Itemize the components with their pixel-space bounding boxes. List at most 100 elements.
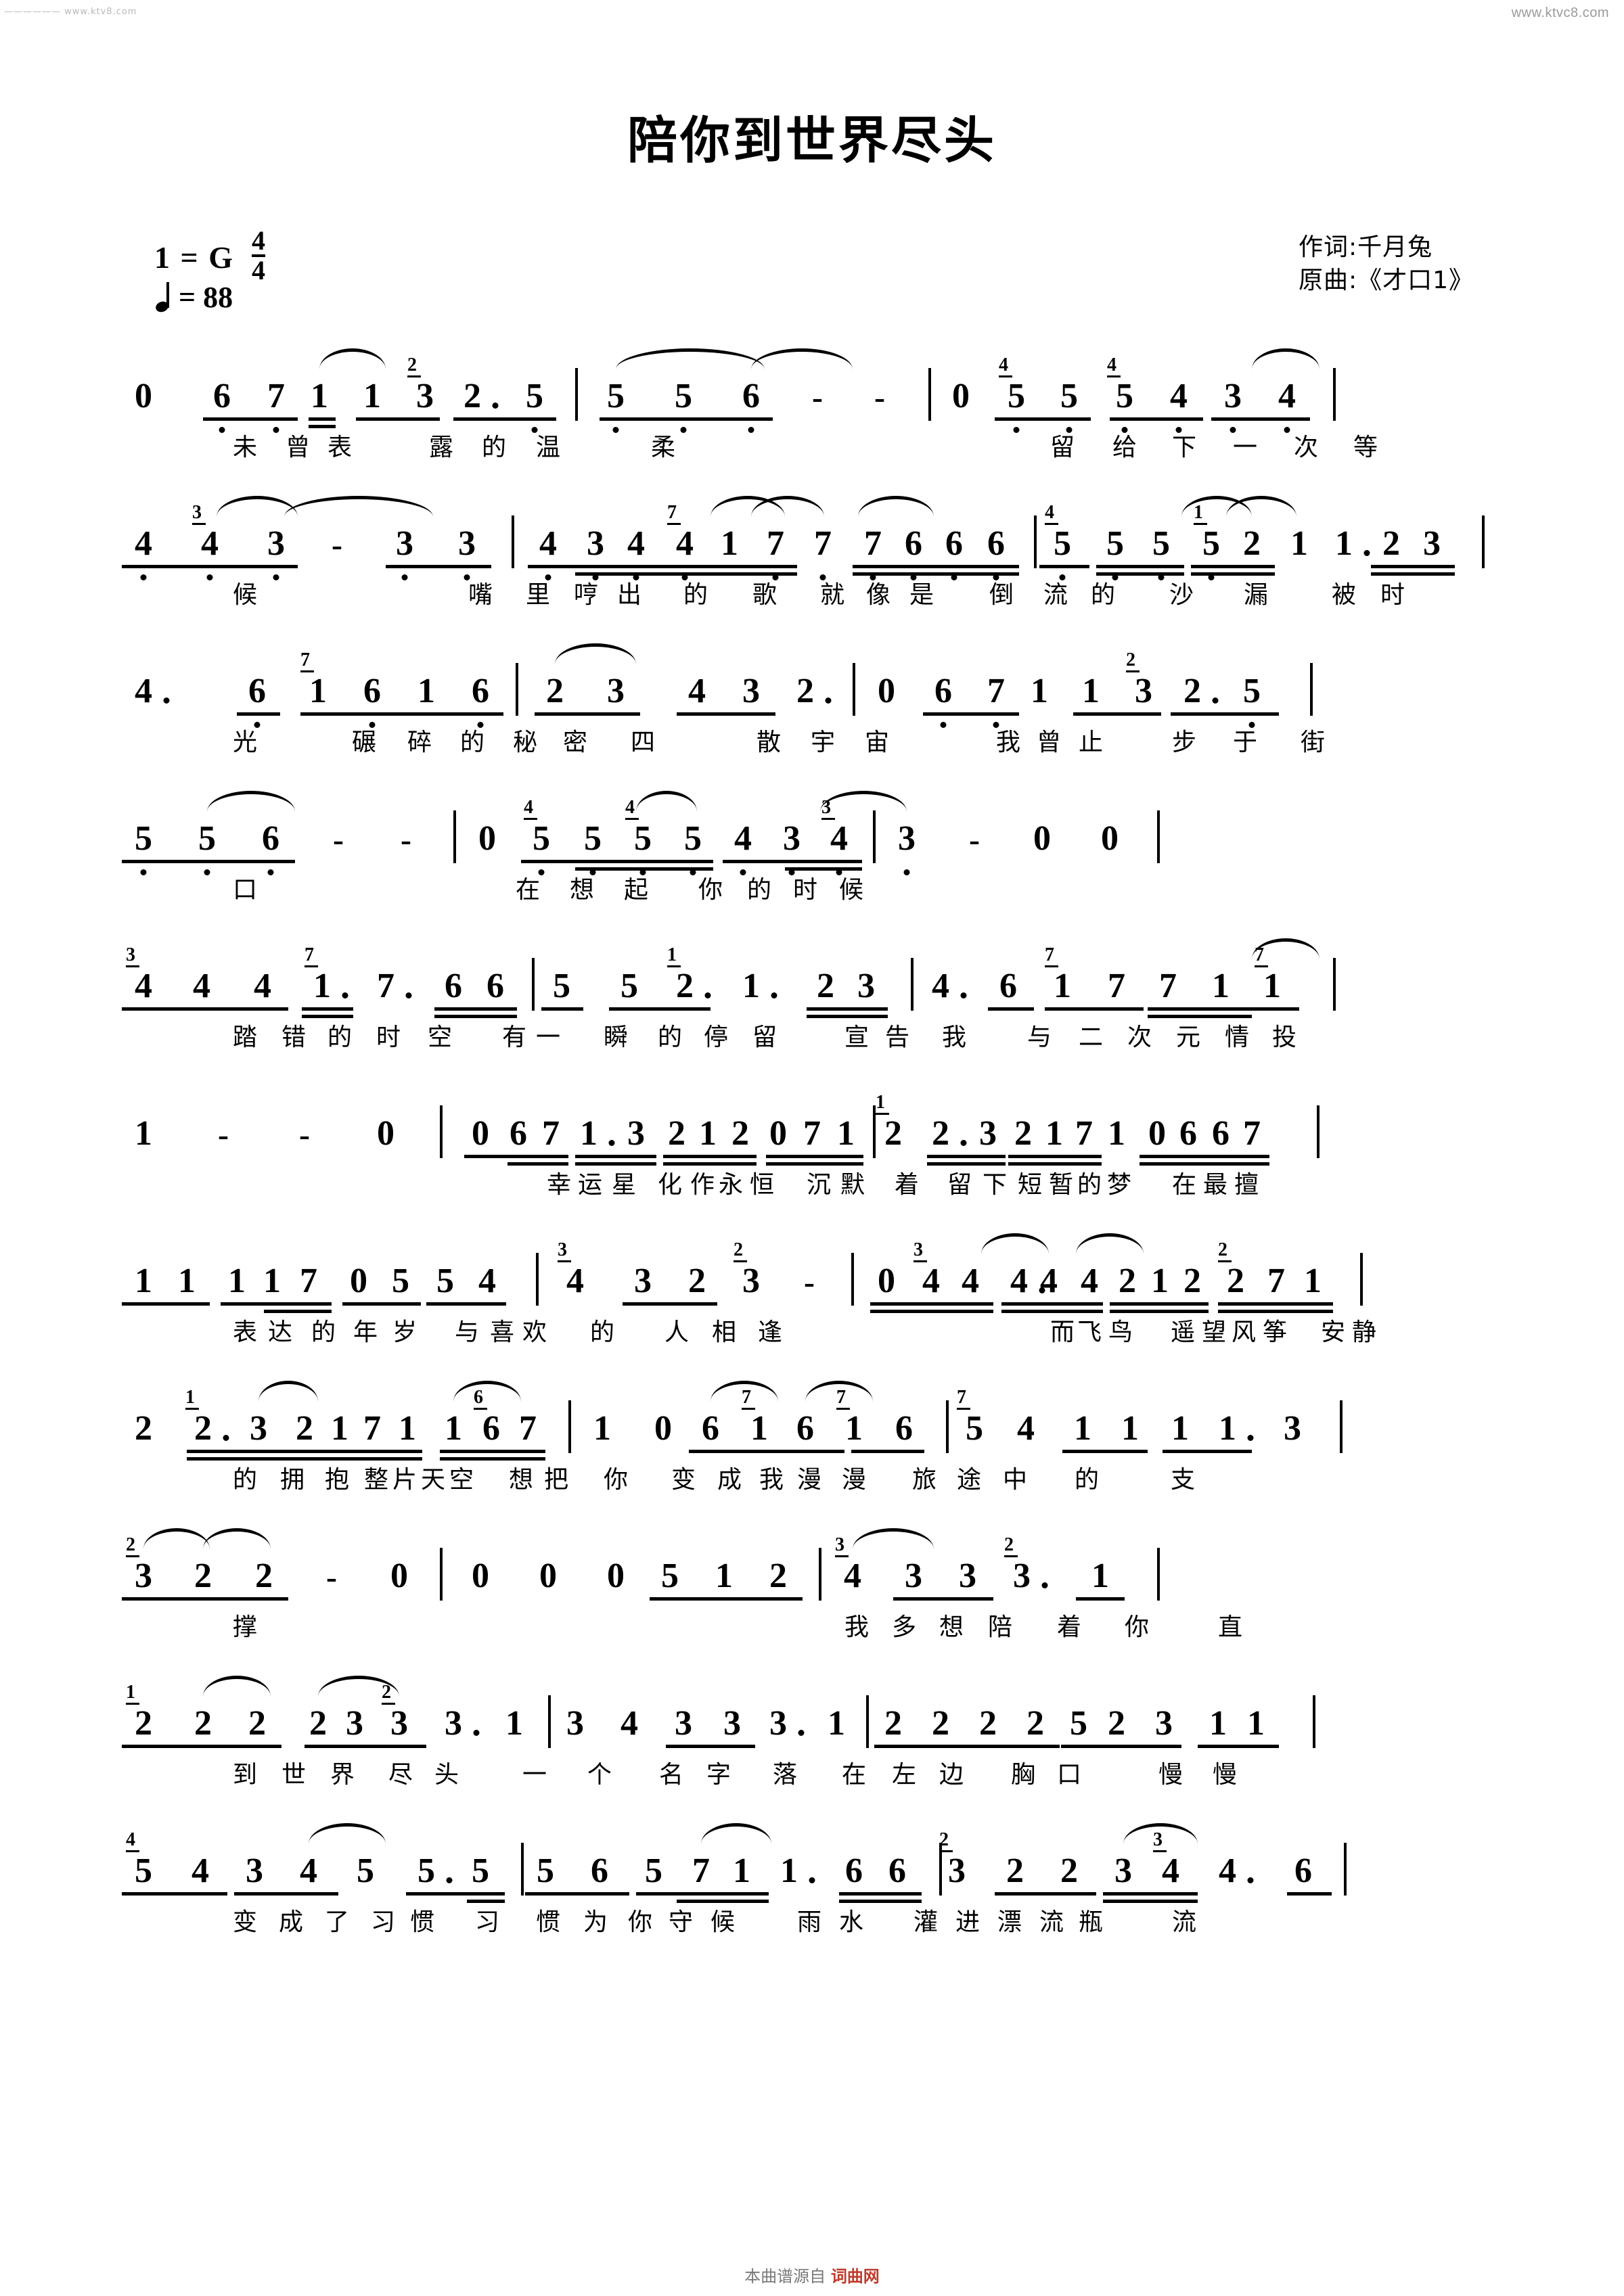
- beam-line: [807, 1007, 888, 1011]
- beam-line: [1110, 417, 1203, 421]
- note-digit: 3: [959, 1557, 976, 1595]
- key-signature-line: 1 = G 4 4: [154, 227, 265, 284]
- beam-line: [1371, 565, 1455, 568]
- lyric-syllable: 温: [535, 434, 561, 461]
- beam-line: [689, 1450, 844, 1453]
- footer-source-text: 本曲谱源自: [744, 2267, 826, 2286]
- augmentation-dot: [223, 1435, 229, 1441]
- note-digit: 6: [888, 1852, 906, 1890]
- lyric-syllable: 而: [1050, 1318, 1075, 1346]
- slur-arc: [636, 791, 697, 812]
- lyric-syllable: 我: [844, 1613, 870, 1641]
- note-digit: 2: [194, 1704, 212, 1743]
- beam-line: [386, 565, 491, 568]
- beam-line: [187, 1450, 298, 1453]
- lyric-syllable: 告: [884, 1024, 910, 1051]
- note-dash: -: [401, 822, 411, 858]
- note-dash: -: [969, 822, 980, 858]
- note-digit: 2: [769, 1557, 787, 1595]
- note-digit: 1: [1074, 1409, 1091, 1448]
- beam-line: [453, 417, 556, 421]
- lyric-syllable: 的: [589, 1318, 615, 1346]
- note-digit: 7: [767, 524, 784, 563]
- lyric-syllable: 直: [1217, 1613, 1243, 1641]
- beam-line: [1218, 1302, 1333, 1306]
- beam-line: [600, 417, 773, 421]
- lyric-syllable: 口: [232, 876, 258, 904]
- note-digit: 1: [418, 672, 435, 710]
- note-digit: 1: [580, 1114, 597, 1153]
- note-digit: 3: [135, 1557, 152, 1595]
- note-digit: 6: [445, 967, 462, 1005]
- note-digit: 3: [445, 1704, 462, 1743]
- note-rest: 0: [390, 1557, 408, 1595]
- lyric-syllable: 途: [956, 1466, 982, 1494]
- bar-line: [873, 810, 876, 863]
- augmentation-dot: [1041, 1582, 1048, 1588]
- note-digit: 3: [1135, 672, 1152, 710]
- lyric-syllable: 变: [671, 1466, 696, 1494]
- augmentation-dot: [960, 992, 967, 998]
- lyric-row: 口 在想起 你的时候: [102, 870, 1522, 911]
- lyric-syllable: 二: [1078, 1024, 1104, 1051]
- lyric-syllable: 欢: [522, 1318, 547, 1346]
- note-digit: 4: [1162, 1852, 1179, 1890]
- grace-note: 3: [914, 1241, 927, 1262]
- lyric-syllable: 秘: [512, 729, 538, 756]
- note-digit: 1: [721, 524, 738, 563]
- grace-note: 1: [185, 1388, 199, 1410]
- bar-line: [1360, 1253, 1363, 1306]
- beam-line: [1211, 417, 1310, 421]
- lyric-syllable: 倒: [989, 581, 1014, 609]
- note-digit: 7: [1243, 1114, 1261, 1153]
- note-digit: 1: [1219, 1409, 1236, 1448]
- note-digit: 3: [857, 967, 875, 1005]
- slur-arc: [284, 496, 433, 517]
- lyric-syllable: 喜: [489, 1318, 515, 1346]
- note-digit: 2: [1183, 672, 1201, 710]
- note-digit: 1: [228, 1262, 246, 1300]
- beam-line: [1287, 1892, 1332, 1896]
- lyric-syllable: 候: [838, 876, 864, 904]
- beam-line: [122, 1597, 288, 1601]
- time-signature-numerator: 4: [252, 225, 265, 256]
- lyric-syllable: 安: [1320, 1318, 1346, 1346]
- lyric-syllable: 守: [668, 1908, 694, 1936]
- note-digit: 4: [932, 967, 949, 1005]
- note-digit: 5: [1106, 524, 1124, 563]
- note-dash: -: [299, 1117, 310, 1153]
- lyric-syllable: 被: [1331, 581, 1357, 609]
- time-signature-denominator: 4: [252, 254, 265, 285]
- note-digit: 3: [898, 819, 916, 858]
- note-digit: 1: [845, 1409, 863, 1448]
- grace-note: 2: [734, 1241, 747, 1262]
- lyric-syllable: 柔: [650, 434, 676, 461]
- beam-line: [541, 1007, 583, 1011]
- note-digit: 6: [987, 524, 1005, 563]
- note-digit: 2: [676, 967, 694, 1005]
- bar-line: [1344, 1843, 1347, 1896]
- note-digit: 1: [1304, 1262, 1322, 1300]
- note-digit: 6: [591, 1852, 608, 1890]
- lyric-syllable: 运: [577, 1171, 603, 1199]
- note-digit: 4: [962, 1262, 979, 1300]
- note-digit: 4: [135, 672, 152, 710]
- beam-line: [785, 860, 862, 863]
- note-digit: 3: [1155, 1704, 1173, 1743]
- bar-line: [1333, 368, 1336, 421]
- lyric-syllable: 化: [657, 1171, 683, 1199]
- lyric-row: 表达的年岁与喜欢的人相逢而飞鸟遥望风筝安静: [102, 1312, 1522, 1353]
- lyric-syllable: 止: [1078, 729, 1104, 756]
- augmentation-dot: [405, 992, 412, 998]
- note-digit: 2: [932, 1114, 949, 1153]
- note-digit: 7: [542, 1114, 560, 1153]
- lyric-syllable: 留: [752, 1024, 777, 1051]
- note-digit: 2: [1382, 524, 1400, 563]
- augmentation-dot: [163, 697, 170, 704]
- lyric-syllable: 口: [1056, 1761, 1082, 1789]
- credits-block: 作词:千月兔 原曲:《才口1》: [1299, 231, 1474, 298]
- bar-line: [532, 958, 535, 1011]
- note-digit: 4: [1081, 1262, 1098, 1300]
- note-dash: -: [812, 380, 823, 415]
- bar-line: [946, 1400, 949, 1453]
